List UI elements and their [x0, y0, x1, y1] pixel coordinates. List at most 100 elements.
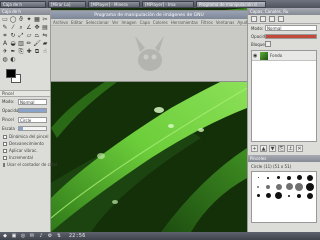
anchor-layer-icon[interactable]: ⚓ — [287, 145, 294, 152]
ellipse-select-icon[interactable]: ◯ — [9, 16, 17, 24]
browser-icon[interactable]: ◎ — [20, 233, 26, 239]
dodge-burn-icon[interactable]: ◐ — [9, 56, 17, 64]
brush-swatch[interactable] — [287, 175, 292, 180]
bucket-fill-icon[interactable]: ◒ — [9, 40, 17, 48]
zoom-icon[interactable]: ⌕ — [17, 24, 25, 32]
layer-row[interactable]: ◉ Fondo — [252, 51, 316, 61]
lower-layer-icon[interactable]: ▼ — [269, 145, 276, 152]
smudge-icon[interactable]: ☝ — [41, 48, 49, 56]
brush-select[interactable]: Circle — [18, 116, 47, 123]
blur-icon[interactable]: ◍ — [1, 56, 9, 64]
menu-colores[interactable]: Colores — [153, 20, 168, 25]
brush-swatch[interactable] — [277, 176, 281, 179]
dock-titlebar[interactable]: Capas, Canales, Ru — [248, 8, 320, 15]
brush-swatch[interactable] — [306, 174, 313, 181]
crop-icon[interactable]: ⌗ — [1, 32, 9, 40]
task-mplayer-1[interactable]: [MPlayer] - Minera — [88, 0, 140, 8]
brush-swatch[interactable] — [266, 184, 271, 189]
toolbox-titlebar[interactable]: Caja de h — [0, 8, 50, 15]
menu-capa[interactable]: Capa — [140, 20, 150, 25]
menu-icon[interactable]: ◆ — [2, 233, 8, 239]
menu-ver[interactable]: Ver — [112, 20, 119, 25]
paths-icon[interactable]: ✎ — [1, 24, 9, 32]
opacity-slider[interactable] — [18, 108, 47, 113]
brush-swatch[interactable] — [275, 183, 282, 190]
tool-options-tab[interactable]: Pincel — [0, 90, 50, 97]
paths-tab-icon[interactable] — [269, 16, 275, 22]
brush-swatch[interactable] — [265, 193, 271, 198]
text-icon[interactable]: A — [1, 40, 9, 48]
flip-icon[interactable]: ⇋ — [41, 32, 49, 40]
measure-icon[interactable]: ∠ — [25, 24, 33, 32]
foreground-color-swatch[interactable] — [6, 69, 16, 78]
menu-ventanas[interactable]: Ventanas — [216, 20, 235, 25]
shear-icon[interactable]: ▱ — [25, 32, 33, 40]
layer-opacity-slider[interactable] — [265, 33, 317, 39]
brush-swatch[interactable] — [297, 193, 302, 198]
raise-layer-icon[interactable]: ▲ — [260, 145, 267, 152]
scale-slider[interactable] — [18, 126, 47, 131]
heal-icon[interactable]: ✚ — [25, 48, 33, 56]
brush-swatch[interactable] — [275, 192, 283, 199]
menu-seleccionar[interactable]: Seleccionar — [86, 20, 109, 25]
brushes-titlebar[interactable]: Pinceles — [248, 155, 320, 162]
network-icon[interactable]: ⇅ — [56, 233, 62, 239]
menu-filtros[interactable]: Filtros — [201, 20, 213, 25]
image-window-titlebar[interactable]: Programa de manipulación de imágenes de … — [51, 11, 247, 19]
paintbrush-icon[interactable]: 🖌 — [33, 40, 41, 48]
eraser-icon[interactable]: ▰ — [41, 40, 49, 48]
scale-icon[interactable]: ⤢ — [17, 32, 25, 40]
task-mplayer-2[interactable]: [MPlayer] - Ima — [142, 0, 194, 8]
layer-mode-select[interactable]: Normal — [265, 25, 317, 31]
layers-tab-icon[interactable] — [251, 16, 257, 22]
perspective-clone-icon[interactable]: ⧉ — [33, 48, 41, 56]
brush-swatch[interactable] — [267, 176, 270, 179]
mail-icon[interactable]: ✉ — [29, 233, 35, 239]
menu-editar[interactable]: Editar — [71, 20, 83, 25]
brush-swatch[interactable] — [306, 192, 313, 199]
eye-icon[interactable]: ◉ — [252, 53, 258, 59]
brush-swatch[interactable] — [257, 177, 259, 178]
image-window-empty-area[interactable] — [51, 27, 247, 81]
terminal-icon[interactable]: ▣ — [11, 233, 17, 239]
fuzzy-select-icon[interactable]: ✦ — [25, 16, 33, 24]
scissors-icon[interactable]: ✂ — [41, 16, 49, 24]
checkbox-fade[interactable]: Desvanecimiento — [0, 140, 50, 147]
color-select-icon[interactable]: ▦ — [33, 16, 41, 24]
airbrush-icon[interactable]: ✈ — [1, 48, 9, 56]
brush-swatch[interactable] — [257, 185, 260, 188]
menu-herramientas[interactable]: Herramientas — [171, 20, 198, 25]
menu-archivo[interactable]: Archivo — [53, 20, 68, 25]
delete-layer-icon[interactable]: ✕ — [296, 145, 303, 152]
checkbox-dynamics[interactable]: Dinámica del pincel — [0, 133, 50, 140]
rect-select-icon[interactable]: ▭ — [1, 16, 9, 24]
undo-tab-icon[interactable] — [278, 16, 284, 22]
ink-icon[interactable]: ✒ — [9, 48, 17, 56]
brush-swatch[interactable] — [256, 194, 260, 197]
rotate-icon[interactable]: ↻ — [9, 32, 17, 40]
color-picker-icon[interactable]: ⁄ — [9, 24, 17, 32]
new-layer-icon[interactable]: + — [251, 145, 258, 152]
brush-swatch[interactable] — [288, 194, 291, 197]
brush-swatch[interactable] — [285, 183, 293, 190]
pencil-icon[interactable]: ✏ — [25, 40, 33, 48]
task-gimp[interactable]: Programa de manipulación d — [196, 0, 266, 8]
blend-icon[interactable]: ▥ — [17, 40, 25, 48]
clone-icon[interactable]: ⎘ — [17, 48, 25, 56]
perspective-icon[interactable]: ⏢ — [33, 32, 41, 40]
checkbox-color-gradient[interactable]: Usar el contador de color — [0, 161, 57, 168]
checkbox-jitter[interactable]: Aplicar vibrac. — [0, 147, 50, 154]
menu-imagen[interactable]: Imagen — [122, 20, 137, 25]
free-select-icon[interactable]: ϑ — [17, 16, 25, 24]
task-mirar[interactable]: [Mirar La] — [48, 0, 86, 8]
task-toolbox[interactable]: Caja de h — [0, 0, 46, 8]
brush-swatch[interactable] — [295, 182, 304, 191]
checkbox-incremental[interactable]: Incremental — [0, 154, 50, 161]
brush-swatch[interactable] — [305, 182, 314, 191]
settings-icon[interactable]: ⚙ — [47, 233, 53, 239]
music-icon[interactable]: ♪ — [38, 233, 44, 239]
brush-swatch[interactable] — [296, 175, 302, 180]
mode-select[interactable]: Normal — [18, 98, 47, 105]
align-icon[interactable]: ▤ — [41, 24, 49, 32]
duplicate-layer-icon[interactable]: ⎘ — [278, 145, 285, 152]
